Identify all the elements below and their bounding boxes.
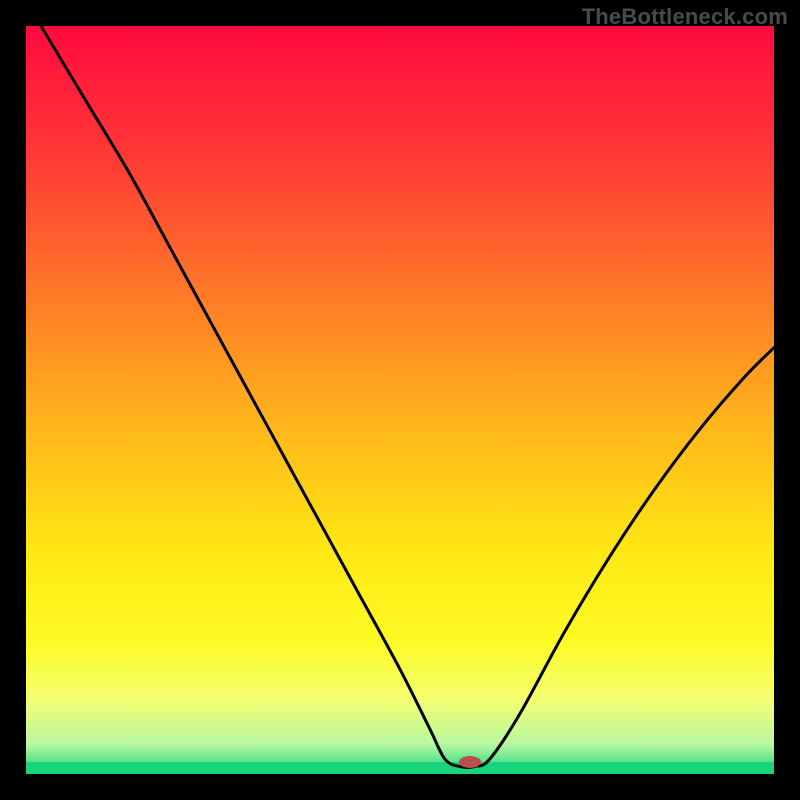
optimum-marker [459, 756, 481, 768]
gradient-background [26, 26, 774, 774]
watermark-text: TheBottleneck.com [582, 4, 788, 30]
green-strip [26, 762, 774, 774]
bottleneck-chart [0, 0, 800, 800]
figure-root: TheBottleneck.com [0, 0, 800, 800]
